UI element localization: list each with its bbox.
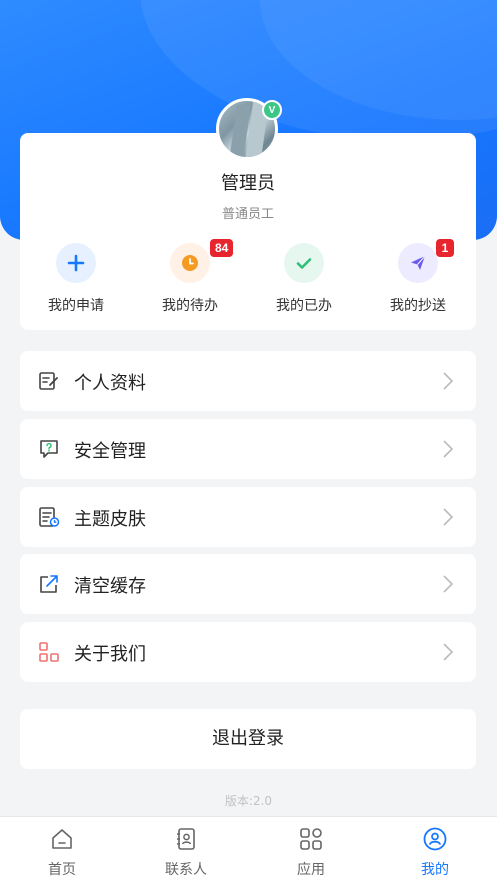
quick-action-my-cc[interactable]: 1 我的抄送 (368, 239, 468, 321)
send-icon (398, 243, 438, 283)
tab-apps[interactable]: 应用 (249, 817, 373, 883)
quick-action-label: 我的待办 (162, 298, 218, 314)
menu-item-about[interactable]: 关于我们 (20, 622, 476, 682)
quick-action-label: 我的申请 (48, 298, 104, 314)
verified-icon: V (262, 100, 282, 120)
share-out-icon (40, 575, 58, 593)
chevron-right-icon (443, 440, 454, 458)
tab-contacts[interactable]: 联系人 (124, 817, 248, 883)
todo-count-badge: 84 (210, 239, 234, 257)
quick-action-my-done[interactable]: 我的已办 (254, 241, 354, 321)
tab-label: 我的 (421, 862, 449, 878)
help-chat-icon (40, 440, 58, 458)
bottom-tab-bar: 首页 联系人 应用 我的 (0, 816, 497, 883)
quick-action-my-applications[interactable]: 我的申请 (26, 241, 126, 321)
user-name: 管理员 (221, 173, 275, 194)
tab-label: 联系人 (165, 862, 207, 878)
tab-home[interactable]: 首页 (0, 817, 124, 883)
tab-label: 首页 (48, 862, 76, 878)
menu-item-security[interactable]: 安全管理 (20, 419, 476, 479)
check-icon (284, 243, 324, 283)
quick-actions: 我的申请 84 我的待办 我的已办 1 我的抄送 (20, 239, 476, 321)
cc-count-badge: 1 (436, 239, 454, 257)
grid-blocks-icon (39, 642, 59, 662)
tab-label: 应用 (297, 862, 325, 878)
edit-document-icon (39, 372, 58, 390)
clock-icon (170, 243, 210, 283)
menu-item-label: 个人资料 (74, 373, 146, 394)
menu-item-label: 安全管理 (74, 441, 146, 462)
apps-icon (300, 828, 322, 850)
theme-list-icon (39, 507, 60, 527)
user-role: 普通员工 (221, 207, 274, 222)
menu-item-profile[interactable]: 个人资料 (20, 351, 476, 411)
menu-item-label: 主题皮肤 (74, 509, 146, 530)
menu-item-label: 清空缓存 (74, 576, 146, 597)
quick-action-my-todo[interactable]: 84 我的待办 (140, 239, 240, 321)
contacts-icon (177, 828, 195, 850)
version-text: 版本:2.0 (224, 794, 273, 808)
chevron-right-icon (443, 643, 454, 661)
user-circle-icon (423, 827, 447, 851)
tab-mine[interactable]: 我的 (373, 817, 497, 883)
avatar[interactable]: V (216, 98, 282, 160)
chevron-right-icon (443, 575, 454, 593)
menu-item-theme[interactable]: 主题皮肤 (20, 487, 476, 547)
chevron-right-icon (443, 372, 454, 390)
profile-card: 管理员 普通员工 我的申请 84 我的待办 我的已办 1 我的抄送 (20, 133, 476, 330)
quick-action-label: 我的抄送 (390, 298, 446, 314)
chevron-right-icon (443, 508, 454, 526)
quick-action-label: 我的已办 (276, 298, 332, 314)
plus-icon (56, 243, 96, 283)
menu-item-clear-cache[interactable]: 清空缓存 (20, 554, 476, 614)
menu-item-label: 关于我们 (74, 644, 146, 665)
home-icon (52, 829, 72, 849)
logout-button[interactable]: 退出登录 (20, 709, 476, 769)
